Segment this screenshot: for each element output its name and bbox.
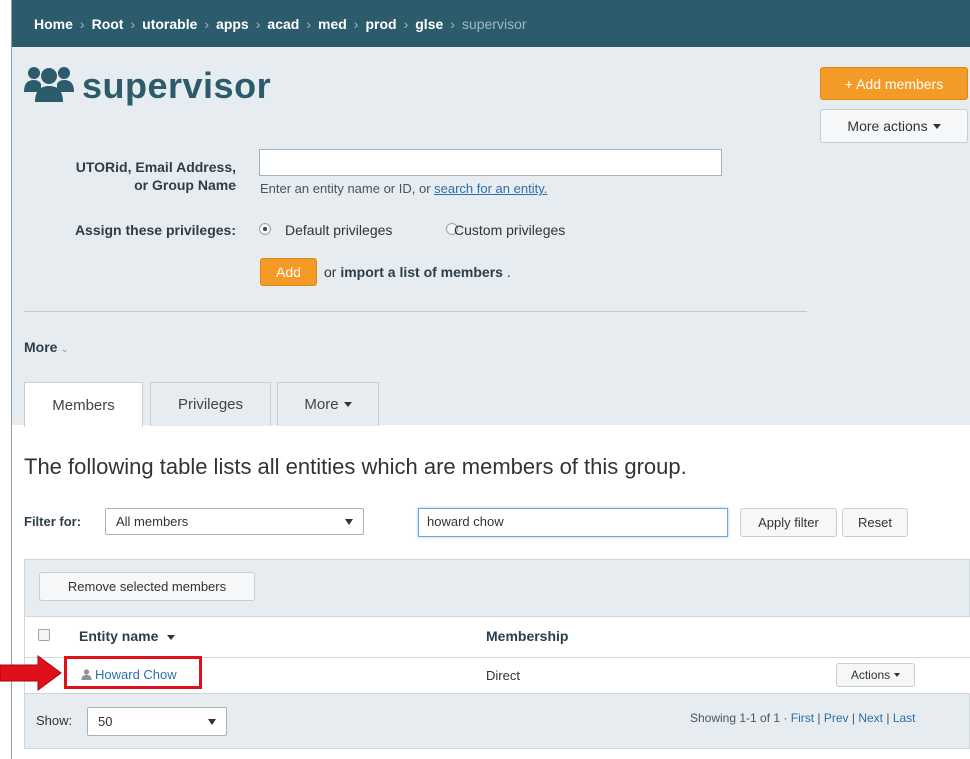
red-arrow-icon: [0, 655, 62, 691]
breadcrumb-root[interactable]: Root: [92, 16, 124, 32]
breadcrumb-apps[interactable]: apps: [216, 16, 249, 32]
more-actions-label: More actions: [847, 118, 928, 134]
members-intro: The following table lists all entities w…: [24, 454, 687, 479]
breadcrumb-separator: ›: [353, 15, 359, 32]
default-privileges-radio[interactable]: [259, 223, 271, 235]
caret-down-icon: [343, 402, 352, 407]
filter-select[interactable]: All members: [105, 508, 364, 535]
add-button[interactable]: Add: [260, 258, 317, 286]
search-entity-link[interactable]: search for an entity.: [434, 181, 547, 196]
breadcrumb-prod[interactable]: prod: [365, 16, 396, 32]
breadcrumb-separator: ›: [79, 15, 85, 32]
breadcrumb-separator: ›: [204, 15, 210, 32]
page-size-label: Show:: [36, 713, 73, 728]
breadcrumb-separator: ›: [403, 15, 409, 32]
import-prefix: or: [324, 264, 341, 280]
apply-filter-button[interactable]: Apply filter: [740, 508, 837, 537]
row-actions-label: Actions: [850, 668, 891, 682]
add-members-button[interactable]: + Add members: [820, 67, 968, 100]
entity-field-label-line2: or Group Name: [134, 177, 236, 193]
reset-button[interactable]: Reset: [842, 508, 908, 537]
pagination: Showing 1-1 of 1 · First | Prev | Next |…: [690, 711, 916, 725]
column-header-entity-label: Entity name: [79, 628, 159, 644]
breadcrumb-separator: ›: [130, 15, 136, 32]
breadcrumb-separator: ›: [255, 15, 261, 32]
entity-input[interactable]: [259, 149, 722, 176]
page-size-value: 50: [98, 714, 113, 729]
window-left-edge: [0, 0, 12, 759]
pagination-next[interactable]: Next: [858, 711, 883, 725]
import-members-link[interactable]: import a list of members: [340, 264, 503, 280]
filter-label: Filter for:: [24, 514, 82, 529]
breadcrumb-acad[interactable]: acad: [267, 16, 299, 32]
row-actions-button[interactable]: Actions: [836, 663, 915, 687]
dropdown-arrow-icon: [345, 518, 353, 525]
filter-select-value: All members: [116, 514, 189, 529]
dropdown-arrow-icon: [208, 718, 216, 725]
breadcrumb-glse[interactable]: glse: [415, 16, 443, 32]
custom-privileges-label[interactable]: Custom privileges: [454, 222, 565, 238]
assign-privileges-label: Assign these privileges:: [74, 222, 236, 238]
membership-cell: Direct: [486, 668, 520, 683]
more-actions-button[interactable]: More actions: [820, 109, 968, 143]
pagination-summary: Showing 1-1 of 1 ·: [690, 711, 791, 725]
page-size-select[interactable]: 50: [87, 707, 227, 736]
entity-hint-text: Enter an entity name or ID, or: [260, 181, 435, 196]
breadcrumb-current: supervisor: [461, 15, 527, 32]
tab-privileges[interactable]: Privileges: [150, 382, 271, 426]
chevron-down-icon: ⌄: [60, 344, 69, 355]
remove-selected-members-button[interactable]: Remove selected members: [39, 572, 255, 601]
divider: [24, 311, 807, 312]
users-group-icon: [24, 67, 74, 102]
breadcrumb-separator: ›: [450, 15, 455, 32]
import-suffix: .: [502, 264, 511, 280]
entity-field-label: UTORid, Email Address, or Group Name: [40, 158, 236, 194]
page-title: supervisor: [82, 65, 272, 106]
pagination-prev[interactable]: Prev: [824, 711, 849, 725]
breadcrumb-utorable[interactable]: utorable: [142, 16, 197, 32]
breadcrumb-med[interactable]: med: [318, 16, 347, 32]
tab-more[interactable]: More: [277, 382, 379, 426]
breadcrumb-home[interactable]: Home: [34, 16, 73, 32]
sort-caret-icon: [167, 634, 176, 640]
caret-down-icon: [894, 673, 901, 677]
entity-field-label-line1: UTORid, Email Address,: [75, 159, 236, 175]
more-toggle-label: More: [24, 339, 58, 355]
more-toggle[interactable]: More ⌄: [24, 339, 69, 355]
entity-hint: Enter an entity name or ID, or search fo…: [260, 181, 547, 196]
breadcrumb: Home › Root › utorable › apps › acad › m…: [12, 0, 970, 47]
column-header-entity-name[interactable]: Entity name: [79, 628, 176, 644]
breadcrumb-separator: ›: [306, 15, 311, 32]
highlight-box: [64, 656, 202, 689]
column-header-membership: Membership: [486, 628, 569, 644]
select-all-checkbox[interactable]: [38, 629, 50, 641]
tab-more-label: More: [304, 396, 339, 413]
default-privileges-label[interactable]: Default privileges: [285, 222, 392, 238]
pagination-last[interactable]: Last: [893, 711, 916, 725]
tab-members[interactable]: Members: [24, 382, 143, 427]
import-members-text: or import a list of members .: [324, 264, 511, 280]
caret-down-icon: [932, 123, 941, 129]
pagination-first[interactable]: First: [791, 711, 814, 725]
filter-input[interactable]: howard chow: [418, 508, 728, 537]
